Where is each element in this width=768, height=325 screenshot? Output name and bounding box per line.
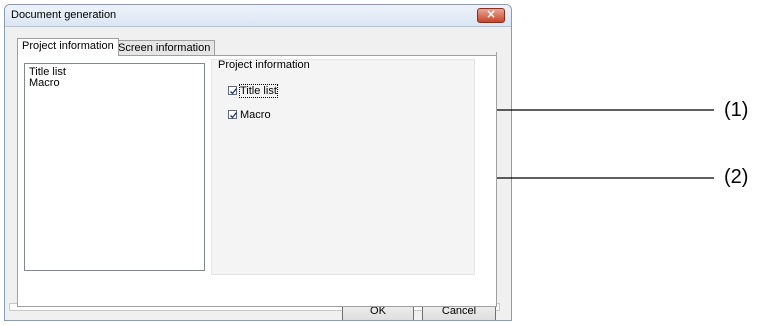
macro-checkbox-label: Macro bbox=[240, 108, 271, 121]
macro-checkbox-row[interactable]: Macro bbox=[228, 108, 271, 121]
project-information-group: Project information Title list Macro bbox=[211, 59, 475, 275]
title-bar: Document generation × bbox=[5, 5, 511, 27]
close-icon: × bbox=[485, 7, 497, 21]
title-list-checkbox-label: Title list bbox=[239, 83, 278, 98]
document-generation-dialog: Document generation × Project informatio… bbox=[4, 4, 512, 321]
callout-label-1: (1) bbox=[724, 99, 749, 121]
callout-label-2: (2) bbox=[724, 166, 749, 188]
check-icon bbox=[230, 112, 238, 119]
title-list-checkbox[interactable] bbox=[228, 86, 238, 95]
title-list-checkbox-row[interactable]: Title list bbox=[228, 83, 278, 98]
group-title: Project information bbox=[218, 59, 310, 71]
panel-scroll-edge bbox=[487, 52, 497, 68]
close-button[interactable]: × bbox=[477, 7, 505, 23]
macro-checkbox[interactable] bbox=[228, 110, 238, 119]
check-icon bbox=[230, 88, 238, 95]
item-listbox[interactable]: Title list Macro bbox=[24, 63, 205, 271]
tab-project-information[interactable]: Project information bbox=[17, 38, 119, 56]
tab-panel: Title list Macro Project information Tit… bbox=[17, 52, 497, 307]
tab-screen-information[interactable]: Screen information bbox=[113, 40, 216, 56]
list-item-macro[interactable]: Macro bbox=[25, 78, 204, 89]
dialog-client-area: Project information Screen information T… bbox=[5, 27, 511, 320]
window-title: Document generation bbox=[11, 9, 117, 21]
